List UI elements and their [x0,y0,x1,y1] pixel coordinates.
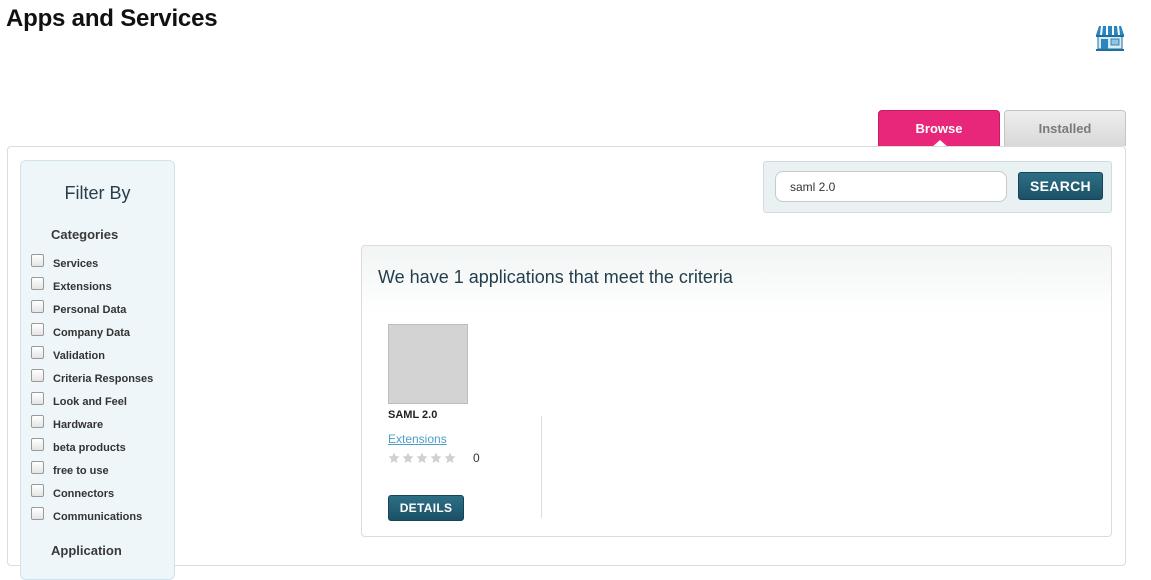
application-heading: Application [51,543,122,558]
category-checkbox[interactable] [31,277,44,290]
category-checkbox[interactable] [31,507,44,520]
storefront-icon[interactable] [1095,23,1125,51]
category-item: Criteria Responses [29,368,153,391]
search-box: SEARCH [763,161,1112,213]
filter-sidebar: Filter By Categories Services Extensions… [20,160,175,580]
category-checkbox[interactable] [31,323,44,336]
category-item: Extensions [29,276,153,299]
category-label: Extensions [53,281,112,293]
category-item: Hardware [29,414,153,437]
search-button[interactable]: SEARCH [1018,172,1103,200]
star-icon [430,452,442,463]
category-label: Validation [53,350,105,362]
category-label: Look and Feel [53,396,127,408]
star-icon [388,452,400,463]
app-thumbnail[interactable] [388,324,468,404]
category-item: Validation [29,345,153,368]
results-panel: We have 1 applications that meet the cri… [361,245,1112,537]
tab-installed-label: Installed [1038,121,1092,136]
star-icon [416,452,428,463]
app-rating: 0 [388,451,480,465]
results-heading: We have 1 applications that meet the cri… [378,267,733,287]
app-card-divider [541,416,542,518]
category-checkbox[interactable] [31,369,44,382]
category-label: Communications [53,511,143,523]
star-icon [402,452,414,463]
tab-installed[interactable]: Installed [1004,110,1126,146]
app-category-link[interactable]: Extensions [388,432,447,446]
category-checkbox[interactable] [31,392,44,405]
filter-title: Filter By [64,183,131,203]
page-title: Apps and Services [6,5,218,32]
category-label: Personal Data [53,304,127,316]
category-item: Company Data [29,322,153,345]
category-item: Personal Data [29,299,153,322]
category-list: Services Extensions Personal Data Compan… [29,253,153,529]
category-item: free to use [29,460,153,483]
category-checkbox[interactable] [31,461,44,474]
category-label: beta products [53,442,126,454]
rating-count: 0 [473,451,480,465]
category-item: Services [29,253,153,276]
tab-browse[interactable]: Browse [878,110,1000,147]
category-checkbox[interactable] [31,484,44,497]
category-checkbox[interactable] [31,438,44,451]
category-checkbox[interactable] [31,415,44,428]
category-item: Look and Feel [29,391,153,414]
details-button[interactable]: DETAILS [388,495,464,521]
category-label: Criteria Responses [53,373,154,385]
category-checkbox[interactable] [31,346,44,359]
star-icon [444,452,456,463]
category-checkbox[interactable] [31,300,44,313]
category-label: Services [53,258,99,270]
search-input[interactable] [775,171,1007,202]
category-label: free to use [53,465,109,477]
app-card: SAML 2.0 Extensions 0 DETAILS [388,324,542,521]
category-item: Connectors [29,483,153,506]
tab-browse-label: Browse [915,121,963,136]
category-label: Connectors [53,488,115,500]
category-label: Hardware [53,419,104,431]
category-item: beta products [29,437,153,460]
categories-heading: Categories [51,227,119,242]
app-name: SAML 2.0 [388,409,438,421]
category-checkbox[interactable] [31,254,44,267]
category-label: Company Data [53,327,131,339]
category-item: Communications [29,506,153,529]
